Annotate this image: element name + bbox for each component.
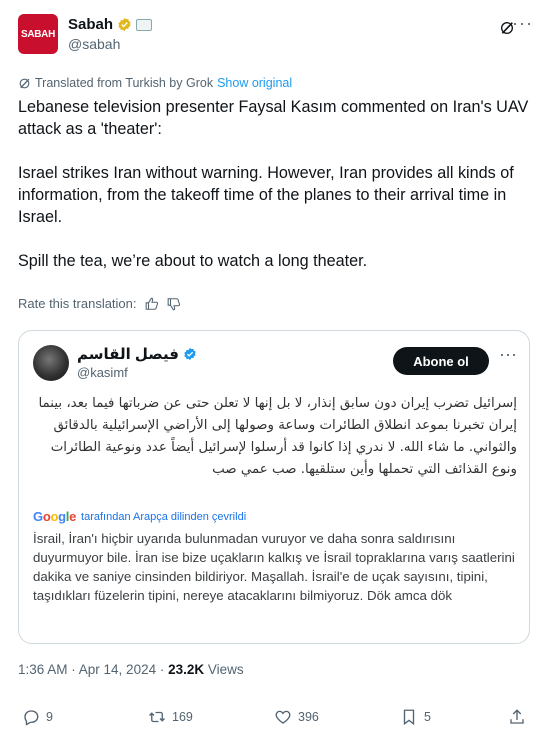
thumbs-down-icon[interactable]	[167, 297, 181, 311]
tweet-header: SABAH Sabah @sabah ···	[18, 12, 533, 56]
quoted-more-icon[interactable]: ···	[499, 345, 517, 363]
translation-source: Translated from Turkish by Grok	[35, 76, 214, 90]
bookmark-count: 5	[424, 710, 431, 724]
author-handle[interactable]: @sabah	[68, 36, 120, 52]
grok-small-icon	[19, 78, 30, 88]
views-count: 23.2K	[168, 662, 205, 677]
avatar-logo-text: SABAH	[20, 28, 56, 40]
google-logo: Google	[33, 509, 77, 524]
tweet-body: Lebanese television presenter Faysal Kas…	[18, 96, 533, 294]
verified-badge-icon	[118, 17, 131, 32]
quoted-tweet[interactable]: فيصل القاسم @kasimf Abone ol ··· إسرائيل…	[18, 330, 530, 644]
share-button[interactable]	[508, 708, 526, 726]
quoted-turkish-text: İsrail, İran'ı hiçbir uyarıda bulunmadan…	[33, 531, 515, 603]
author-name-row: Sabah	[68, 16, 153, 33]
tweet-paragraph: Lebanese television presenter Faysal Kas…	[18, 98, 529, 138]
reply-icon	[24, 710, 39, 726]
more-options-icon[interactable]: ···	[512, 14, 533, 32]
repost-count: 169	[172, 710, 193, 724]
thumbs-up-icon[interactable]	[145, 297, 159, 311]
like-count: 396	[298, 710, 319, 724]
tweet-paragraph: Israel strikes Iran without warning. How…	[18, 164, 514, 226]
quoted-arabic-text: إسرائيل تضرب إيران دون سابق إنذار، لا بل…	[38, 396, 517, 477]
timestamp-text[interactable]: 1:36 AM · Apr 14, 2024 ·	[18, 662, 168, 677]
tweet-timestamp[interactable]: 1:36 AM · Apr 14, 2024 · 23.2K Views	[18, 662, 244, 677]
reply-button[interactable]: 9	[22, 708, 53, 726]
translation-notice: Translated from Turkish by Grok Show ori…	[18, 76, 292, 90]
tweet-paragraph: Spill the tea, we’re about to watch a lo…	[18, 252, 368, 270]
rate-translation: Rate this translation:	[18, 296, 181, 311]
verified-blue-icon	[184, 347, 196, 361]
views-label: Views	[204, 662, 244, 677]
like-button[interactable]: 396	[274, 708, 319, 726]
share-icon	[510, 709, 524, 724]
quoted-author-handle[interactable]: @kasimf	[77, 365, 128, 380]
google-translate-notice: Google tarafından Arapça dilinden çevril…	[33, 509, 246, 524]
google-translate-label[interactable]: tarafından Arapça dilinden çevrildi	[81, 511, 246, 523]
rate-label: Rate this translation:	[18, 296, 137, 311]
heart-icon	[275, 710, 291, 724]
author-name[interactable]: Sabah	[68, 16, 113, 33]
reply-count: 9	[46, 710, 53, 724]
bookmark-icon	[403, 709, 415, 726]
follow-button[interactable]: Abone ol	[393, 347, 489, 375]
action-bar: 9 169 396 5	[18, 708, 530, 732]
bookmark-button[interactable]: 5	[400, 708, 431, 726]
avatar[interactable]: SABAH	[18, 14, 58, 54]
quoted-avatar[interactable]	[33, 345, 69, 381]
repost-button[interactable]: 169	[148, 708, 193, 726]
quoted-name-row: فيصل القاسم	[77, 345, 197, 363]
quoted-author-name[interactable]: فيصل القاسم	[77, 345, 179, 363]
show-original-link[interactable]: Show original	[217, 76, 292, 90]
affiliate-badge-icon	[136, 18, 153, 31]
repost-icon	[149, 711, 165, 723]
